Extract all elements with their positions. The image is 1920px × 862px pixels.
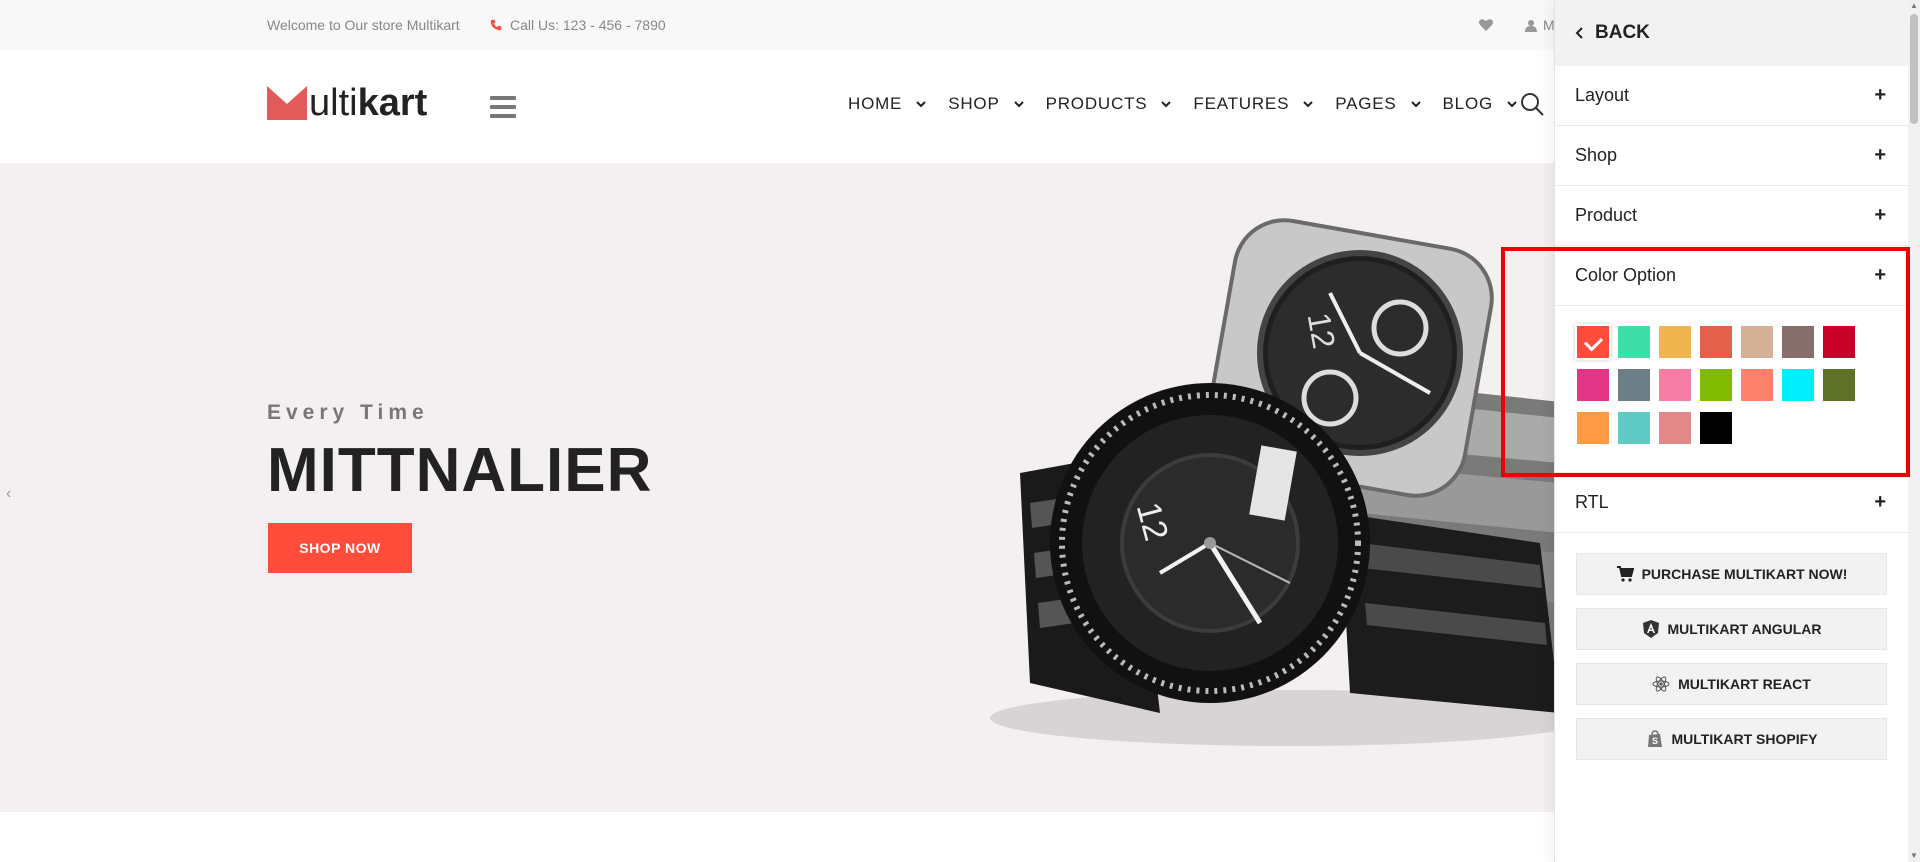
purchase-multikart-button[interactable]: PURCHASE MULTIKART NOW!	[1576, 553, 1887, 595]
accordion-shop[interactable]: Shop +	[1555, 126, 1908, 186]
chevron-down-icon	[1303, 101, 1313, 108]
nav-features[interactable]: FEATURES	[1193, 94, 1313, 114]
swatch-row	[1577, 412, 1888, 444]
hero-eyebrow: Every Time	[267, 401, 429, 424]
color-swatch[interactable]	[1577, 326, 1609, 358]
chevron-left-icon	[1575, 27, 1583, 39]
chevron-down-icon	[1507, 101, 1517, 108]
swatch-row	[1577, 369, 1888, 401]
multikart-logo[interactable]: ulti kart	[267, 82, 428, 124]
search-icon[interactable]	[1520, 92, 1544, 116]
shop-now-button[interactable]: SHOP NOW	[268, 523, 412, 573]
color-swatch[interactable]	[1700, 326, 1732, 358]
logo-text-ulti: ulti	[309, 82, 358, 124]
color-swatch[interactable]	[1700, 412, 1732, 444]
shopify-bag-icon: S	[1647, 730, 1662, 747]
color-swatch[interactable]	[1700, 369, 1732, 401]
plus-icon: +	[1874, 144, 1886, 166]
chevron-down-icon	[1161, 101, 1172, 108]
accordion-layout[interactable]: Layout +	[1555, 66, 1908, 126]
svg-text:S: S	[1652, 736, 1658, 746]
color-swatch[interactable]	[1782, 369, 1814, 401]
color-swatch[interactable]	[1618, 412, 1650, 444]
color-swatch[interactable]	[1782, 326, 1814, 358]
back-button[interactable]: BACK	[1555, 0, 1908, 66]
scrollbar-thumb[interactable]	[1910, 14, 1918, 124]
angular-icon	[1642, 620, 1659, 638]
plus-icon: +	[1874, 264, 1886, 286]
hero-headline: MITTNALIER	[267, 436, 653, 505]
call-text: Call Us: 123 - 456 - 7890	[510, 17, 666, 33]
nav-pages[interactable]: PAGES	[1335, 94, 1421, 114]
color-swatch[interactable]	[1823, 326, 1855, 358]
scroll-down-icon[interactable]: ▼	[1910, 852, 1918, 860]
nav-shop[interactable]: SHOP	[948, 94, 1024, 114]
nav-home[interactable]: HOME	[848, 94, 926, 114]
nav-blog[interactable]: BLOG	[1443, 94, 1517, 114]
my-account[interactable]: M	[1525, 17, 1555, 33]
scroll-up-icon[interactable]: ▲	[1910, 2, 1918, 10]
main-nav: HOME SHOP PRODUCTS FEATURES PAGES BLOG	[848, 94, 1539, 114]
chevron-down-icon	[1410, 101, 1421, 108]
cart-icon	[1616, 566, 1634, 582]
color-swatch[interactable]	[1618, 369, 1650, 401]
page-scrollbar[interactable]: ▲ ▼	[1908, 0, 1920, 862]
multikart-shopify-button[interactable]: S MULTIKART SHOPIFY	[1576, 718, 1887, 760]
color-swatch[interactable]	[1577, 412, 1609, 444]
nav-products[interactable]: PRODUCTS	[1046, 94, 1172, 114]
accordion-color-option[interactable]: Color Option +	[1555, 246, 1908, 306]
logo-text-kart: kart	[357, 82, 428, 124]
color-swatch[interactable]	[1741, 326, 1773, 358]
accordion-product[interactable]: Product +	[1555, 186, 1908, 246]
logo-m-mark	[267, 86, 307, 120]
phone-icon	[490, 19, 502, 31]
color-swatch[interactable]	[1741, 369, 1773, 401]
color-swatch[interactable]	[1823, 369, 1855, 401]
svg-text:12: 12	[1301, 310, 1343, 351]
color-swatch[interactable]	[1659, 326, 1691, 358]
welcome-text: Welcome to Our store Multikart	[267, 17, 460, 33]
customizer-panel: BACK Layout + Shop + Product + Color Option…	[1554, 0, 1908, 862]
color-swatch-grid	[1555, 306, 1908, 473]
watches-product-image: 12 12	[990, 218, 1580, 746]
multikart-react-button[interactable]: MULTIKART REACT	[1576, 663, 1887, 705]
color-swatch[interactable]	[1618, 326, 1650, 358]
swatch-row	[1577, 326, 1888, 358]
react-icon	[1652, 676, 1670, 692]
back-label: BACK	[1595, 22, 1650, 43]
plus-icon: +	[1874, 84, 1886, 106]
chevron-down-icon	[1013, 101, 1024, 108]
user-icon	[1525, 19, 1537, 32]
color-swatch[interactable]	[1659, 412, 1691, 444]
color-swatch[interactable]	[1659, 369, 1691, 401]
slider-prev-arrow[interactable]: ‹	[6, 485, 11, 503]
wishlist-heart-icon[interactable]	[1478, 17, 1494, 33]
accordion-rtl[interactable]: RTL +	[1555, 473, 1908, 533]
menu-hamburger-icon[interactable]	[490, 96, 516, 118]
plus-icon: +	[1874, 204, 1886, 226]
multikart-angular-button[interactable]: MULTIKART ANGULAR	[1576, 608, 1887, 650]
chevron-down-icon	[916, 101, 926, 108]
color-swatch[interactable]	[1577, 369, 1609, 401]
call-info: Call Us: 123 - 456 - 7890	[490, 17, 666, 33]
panel-actions: PURCHASE MULTIKART NOW! MULTIKART ANGULA…	[1555, 533, 1908, 793]
plus-icon: +	[1874, 491, 1886, 513]
account-initial: M	[1543, 17, 1555, 33]
